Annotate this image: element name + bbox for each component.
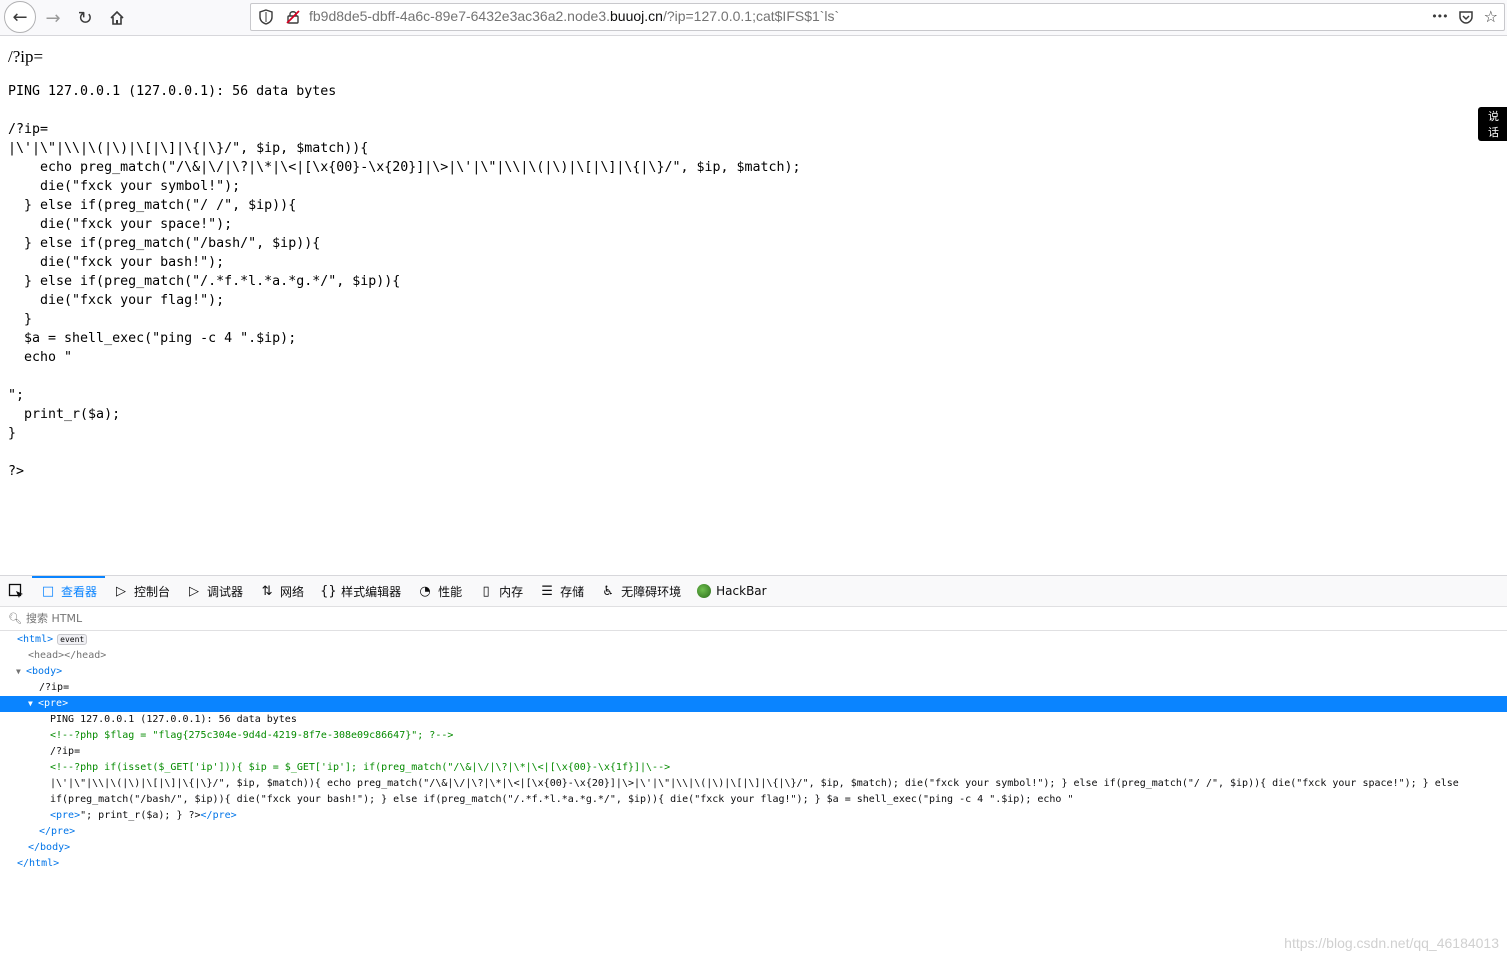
- more-actions-button[interactable]: •••: [1431, 10, 1448, 23]
- tab-storage[interactable]: ☰ 存储: [531, 576, 592, 606]
- braces-icon: {}: [320, 583, 337, 599]
- tree-node-pre-selected[interactable]: ▼ <pre>: [0, 696, 1507, 712]
- tab-label: HackBar: [716, 584, 767, 598]
- markup-tree: <html> event <head></head> ▼ <body> /?ip= …: [0, 632, 1507, 872]
- tree-node-inner-pre[interactable]: <pre>"; print_r($a); } ?></pre>: [0, 808, 1507, 824]
- tab-label: 内存: [499, 584, 524, 599]
- tag-pre-close: </pre>: [39, 826, 76, 837]
- arrow-right-icon: →: [45, 7, 61, 29]
- devtools-panel: □ 查看器 ▷ 控制台 ▷ 调试器 ⇅ 网络 {} 样式编辑器 ◔ 性能 ▯ 内…: [0, 575, 1507, 961]
- devtools-tabbar: □ 查看器 ▷ 控制台 ▷ 调试器 ⇅ 网络 {} 样式编辑器 ◔ 性能 ▯ 内…: [0, 576, 1507, 607]
- bookmark-star-icon[interactable]: ☆: [1484, 7, 1498, 26]
- tree-node-body-close[interactable]: </body>: [0, 840, 1507, 856]
- tag-pre-open: <pre>: [38, 698, 69, 709]
- tree-comment-node[interactable]: <!--?php if(isset($_GET['ip'])){ $ip = $…: [0, 760, 1507, 776]
- tree-text-node[interactable]: /?ip=: [0, 680, 1507, 696]
- tag-html-close: </html>: [17, 858, 60, 869]
- tag-body-close: </body>: [28, 842, 71, 853]
- home-button[interactable]: [102, 3, 132, 33]
- shield-icon[interactable]: [258, 9, 274, 25]
- expand-triangle-icon[interactable]: ▼: [16, 664, 26, 680]
- search-html-input[interactable]: [25, 612, 326, 625]
- tag-inner-pre-open: <pre>: [50, 810, 81, 821]
- flag-comment: <!--?php $flag = "flag{275c304e-9d4d-421…: [50, 730, 454, 741]
- insecure-lock-icon[interactable]: [285, 9, 301, 25]
- tab-label: 控制台: [134, 584, 171, 599]
- tab-label: 性能: [438, 584, 463, 599]
- home-icon: [110, 10, 124, 25]
- html-search-bar: 🔍︎: [0, 607, 1507, 631]
- tree-node-head[interactable]: <head></head>: [0, 648, 1507, 664]
- inspector-icon: □: [41, 583, 55, 599]
- accessibility-icon: ♿: [602, 583, 614, 599]
- tab-hackbar[interactable]: HackBar: [689, 576, 774, 606]
- url-host: buuoj.cn: [610, 8, 663, 24]
- forward-button[interactable]: →: [38, 3, 68, 33]
- arrow-left-icon: ←: [12, 6, 28, 28]
- tag-body-open: <body>: [26, 666, 63, 677]
- tree-text-node[interactable]: |\'|\"|\\|\(|\)|\[|\]|\{|\}/", $ip, $mat…: [0, 776, 1507, 808]
- gauge-icon: ◔: [419, 583, 431, 599]
- long-code-text: |\'|\"|\\|\(|\)|\[|\]|\{|\}/", $ip, $mat…: [50, 778, 1465, 805]
- element-picker-button[interactable]: [0, 576, 32, 606]
- event-badge[interactable]: event: [57, 633, 88, 645]
- text-ip: /?ip=: [50, 746, 81, 757]
- tag-html-open: <html>: [17, 634, 54, 645]
- tree-node-pre-close[interactable]: </pre>: [0, 824, 1507, 840]
- tab-label: 存储: [560, 584, 585, 599]
- tab-memory[interactable]: ▯ 内存: [470, 576, 531, 606]
- tab-performance[interactable]: ◔ 性能: [409, 576, 470, 606]
- tab-console[interactable]: ▷ 控制台: [105, 576, 178, 606]
- isset-comment: <!--?php if(isset($_GET['ip'])){ $ip = $…: [50, 762, 671, 773]
- search-icon: 🔍︎: [8, 612, 22, 625]
- tag-head: <head></head>: [28, 650, 107, 661]
- reload-button[interactable]: ↻: [70, 3, 100, 33]
- tree-node-body[interactable]: ▼ <body>: [0, 664, 1507, 680]
- hackbar-icon: [697, 584, 712, 598]
- ping-output: PING 127.0.0.1 (127.0.0.1): 56 data byte…: [8, 84, 801, 479]
- side-chat-tab[interactable]: 说话: [1478, 107, 1507, 141]
- text-ip: /?ip=: [39, 682, 70, 693]
- tab-accessibility[interactable]: ♿ 无障碍环境: [592, 576, 689, 606]
- tab-debugger[interactable]: ▷ 调试器: [178, 576, 251, 606]
- picker-icon: [8, 583, 23, 598]
- url-text[interactable]: fb9d8de5-dbff-4a6c-89e7-6432e3ac36a2.nod…: [309, 8, 839, 24]
- debugger-icon: ▷: [189, 583, 200, 599]
- tree-comment-node[interactable]: <!--?php $flag = "flag{275c304e-9d4d-421…: [0, 728, 1507, 744]
- reload-icon: ↻: [77, 7, 93, 29]
- pocket-icon[interactable]: [1458, 9, 1474, 25]
- console-icon: ▷: [116, 583, 127, 599]
- text-ping: PING 127.0.0.1 (127.0.0.1): 56 data byte…: [50, 714, 297, 725]
- tab-label: 调试器: [207, 584, 244, 599]
- tab-label: 网络: [280, 584, 305, 599]
- tab-style-editor[interactable]: {} 样式编辑器: [312, 576, 409, 606]
- page-title: /?ip=: [8, 47, 44, 66]
- url-actions: ••• ☆: [1431, 7, 1498, 26]
- expand-triangle-icon[interactable]: ▼: [28, 696, 38, 712]
- url-suffix: /?ip=127.0.0.1;cat$IFS$1`ls`: [662, 8, 840, 24]
- browser-toolbar: ← → ↻ fb9d8de5-dbff-4a6c-89e7-6432e3ac36…: [0, 0, 1507, 36]
- memory-chip-icon: ▯: [482, 583, 490, 599]
- tab-inspector[interactable]: □ 查看器: [32, 576, 106, 606]
- network-icon: ⇅: [261, 583, 273, 599]
- tab-label: 查看器: [61, 584, 98, 599]
- tag-inner-pre-close: </pre>: [200, 810, 237, 821]
- tab-label: 样式编辑器: [341, 584, 402, 599]
- tree-text-node[interactable]: /?ip=: [0, 744, 1507, 760]
- tab-label: 无障碍环境: [621, 584, 682, 599]
- watermark: https://blog.csdn.net/qq_46184013: [1284, 935, 1499, 951]
- page-content: /?ip= PING 127.0.0.1 (127.0.0.1): 56 dat…: [0, 37, 1507, 575]
- url-prefix: fb9d8de5-dbff-4a6c-89e7-6432e3ac36a2.nod…: [309, 8, 610, 24]
- tree-text-node[interactable]: PING 127.0.0.1 (127.0.0.1): 56 data byte…: [0, 712, 1507, 728]
- tab-network[interactable]: ⇅ 网络: [251, 576, 312, 606]
- tree-node-html-close[interactable]: </html>: [0, 856, 1507, 872]
- url-bar[interactable]: fb9d8de5-dbff-4a6c-89e7-6432e3ac36a2.nod…: [250, 3, 1505, 31]
- tree-node-html[interactable]: <html> event: [0, 632, 1507, 648]
- inner-pre-text: "; print_r($a); } ?>: [80, 810, 201, 821]
- storage-icon: ☰: [541, 583, 553, 599]
- back-button[interactable]: ←: [4, 1, 36, 33]
